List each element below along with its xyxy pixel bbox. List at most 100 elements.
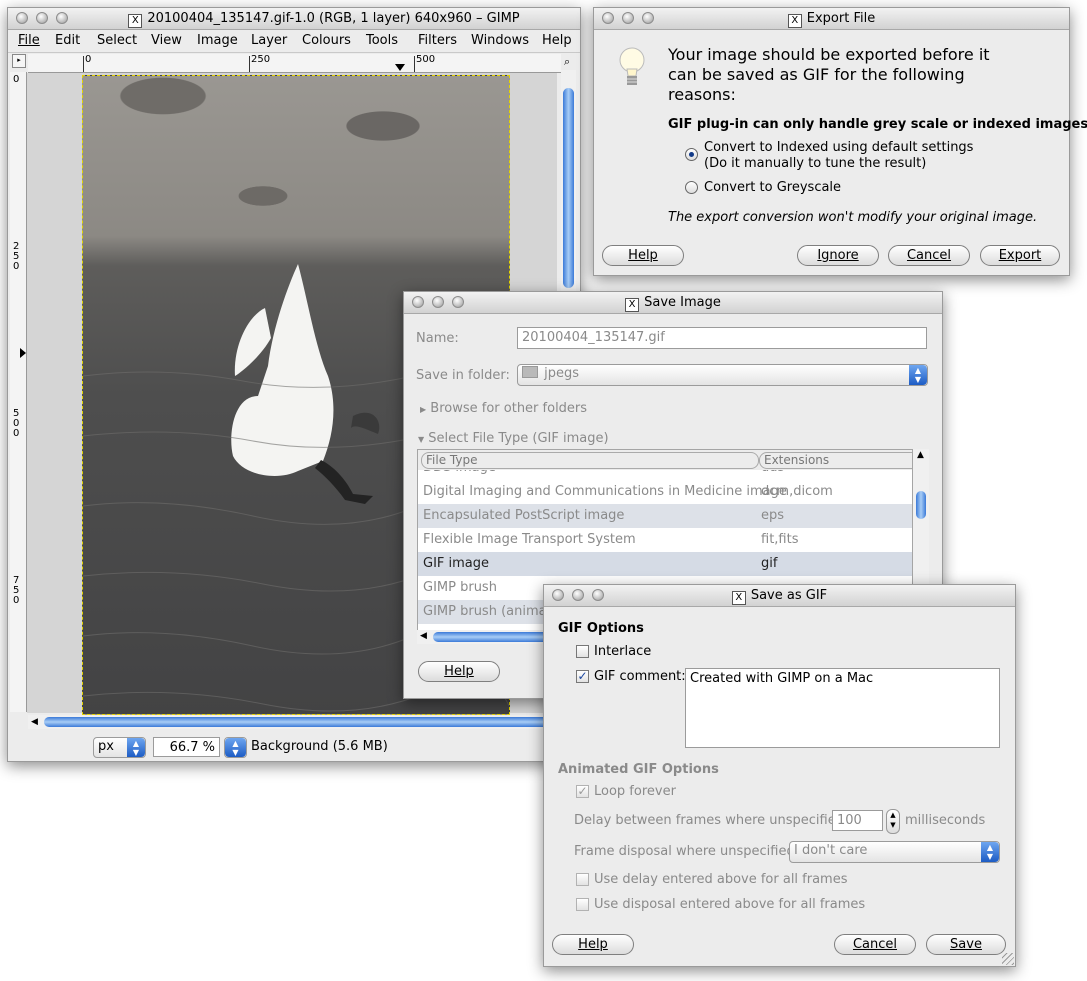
hscroll-thumb[interactable] [44,717,554,727]
export-help-button[interactable]: Help [602,245,684,266]
col-header-file-type[interactable]: File Type [421,452,759,469]
vscroll-thumb[interactable] [563,88,574,288]
x11-icon: X [128,14,143,28]
menu-edit[interactable]: Edit [55,33,80,48]
resize-grip-icon[interactable] [1002,953,1014,965]
scroll-left-icon[interactable]: ◀ [31,717,38,727]
export-titlebar[interactable]: X Export File [594,8,1069,30]
save-titlebar[interactable]: X Save Image [404,292,942,314]
use-delay-checkbox[interactable] [576,873,589,886]
folder-combo[interactable]: jpegs ▲ ▼ [517,364,928,386]
folder-icon [522,366,538,378]
updown-arrow-icon: ▲ ▼ [225,738,246,757]
table-row[interactable]: Digital Imaging and Communications in Me… [418,480,912,504]
export-file-dialog: X Export File Your image should be export… [593,7,1087,276]
select-type-expander[interactable]: ▼ Select File Type (GIF image) [418,431,609,446]
hruler-label-500: 500 [416,54,436,65]
menu-image[interactable]: Image [197,33,238,48]
delay-field[interactable]: 100 [832,810,883,831]
pointer-marker-icon [395,64,405,71]
folder-value: jpegs [544,366,580,381]
hruler-label-0: 0 [85,54,92,65]
vruler-label-750: 750 [13,575,20,606]
col-header-extensions[interactable]: Extensions [759,452,912,469]
gif-title: Save as GIF [750,588,828,603]
gif-cancel-button[interactable]: Cancel [834,934,916,955]
status-text: Background (5.6 MB) [251,739,388,754]
vruler-label-250: 250 [13,241,20,272]
delay-spin-button[interactable]: ▲ ▼ [886,809,900,834]
export-heading-line2: can be saved as GIF for the following [668,65,965,84]
gif-comment-checkbox[interactable]: ✓ [576,670,589,683]
label-convert-indexed[interactable]: Convert to Indexed using default setting… [704,140,973,155]
list-vscroll-thumb[interactable] [916,491,926,519]
export-cancel-button[interactable]: Cancel [888,245,970,266]
export-heading-line3: reasons: [668,85,736,104]
table-row-selected[interactable]: GIF image gif [418,552,912,576]
list-header: File Type Extensions [418,450,912,470]
minimize-icon[interactable] [36,12,48,24]
updown-arrow-icon: ▲ ▼ [981,842,999,862]
label-convert-greyscale[interactable]: Convert to Greyscale [704,180,841,195]
loop-forever-checkbox[interactable]: ✓ [576,785,589,798]
unit-combo[interactable]: px ▲ ▼ [93,737,146,758]
use-disposal-label[interactable]: Use disposal entered above for all frame… [594,897,865,912]
animated-options-heading: Animated GIF Options [558,762,719,777]
gif-comment-label[interactable]: GIF comment: [594,669,686,684]
table-row[interactable]: DDS imagedds [418,470,912,480]
radio-convert-indexed[interactable] [685,148,698,161]
save-as-gif-dialog: X Save as GIF GIF Options Interlace ✓ GIF… [543,584,1016,967]
gimp-titlebar[interactable]: X 20100404_135147.gif-1.0 (RGB, 1 layer) … [8,8,580,30]
menu-tools[interactable]: Tools [366,33,398,48]
zoom-combo-button[interactable]: ▲ ▼ [224,737,247,758]
export-button[interactable]: Export [980,245,1060,266]
export-reason: GIF plug-in can only handle grey scale o… [668,117,1087,132]
gif-comment-textarea[interactable]: Created with GIMP on a Mac [685,668,1000,748]
interlace-label[interactable]: Interlace [594,644,651,659]
table-row[interactable]: Flexible Image Transport System fit,fits [418,528,912,552]
menu-filters[interactable]: Filters [418,33,457,48]
close-icon[interactable] [16,12,28,24]
menu-view[interactable]: View [151,33,182,48]
vruler-label-500: 500 [13,408,20,439]
interlace-checkbox[interactable] [576,645,589,658]
table-row[interactable]: Encapsulated PostScript image eps [418,504,912,528]
scroll-up-icon[interactable]: ▲ [917,450,924,460]
save-help-button[interactable]: Help [418,661,500,682]
menu-layer[interactable]: Layer [251,33,287,48]
use-delay-label[interactable]: Use delay entered above for all frames [594,872,848,887]
gif-help-button[interactable]: Help [552,934,634,955]
name-field[interactable]: 20100404_135147.gif [517,327,927,349]
updown-arrow-icon: ▲ ▼ [127,738,145,757]
horizontal-ruler[interactable]: 0 250 500 [28,54,561,73]
gif-titlebar[interactable]: X Save as GIF [544,585,1015,607]
vertical-ruler[interactable]: 0 250 500 750 [10,72,27,712]
menu-file[interactable]: File [18,33,40,48]
menu-colours[interactable]: Colours [302,33,351,48]
updown-arrow-icon: ▲ ▼ [909,365,927,385]
export-note: The export conversion won't modify your … [668,210,1038,225]
navigate-icon[interactable]: ⌕ [564,55,570,69]
menu-windows[interactable]: Windows [471,33,529,48]
browse-expander[interactable]: ▶ Browse for other folders [420,401,587,416]
vruler-label-0: 0 [13,74,20,85]
label-convert-indexed-sub: (Do it manually to tune the result) [704,156,927,171]
use-disposal-checkbox[interactable] [576,898,589,911]
loop-forever-label[interactable]: Loop forever [594,784,676,799]
menu-help[interactable]: Help [542,33,572,48]
disposal-label: Frame disposal where unspecified: [574,844,800,859]
lightbulb-icon [619,47,645,85]
folder-label: Save in folder: [416,368,510,383]
zoom-icon[interactable] [56,12,68,24]
horizontal-scrollbar[interactable]: ◀ [28,715,561,729]
ignore-button[interactable]: Ignore [797,245,879,266]
scroll-left-icon[interactable]: ◀ [420,631,427,641]
hruler-label-250: 250 [251,54,271,65]
delay-label: Delay between frames where unspecified: [574,813,849,828]
radio-convert-greyscale[interactable] [685,181,698,194]
menu-select[interactable]: Select [97,33,137,48]
disposal-combo[interactable]: I don't care ▲ ▼ [789,841,1000,863]
gif-save-button[interactable]: Save [926,934,1006,955]
zoom-field[interactable]: 66.7 % [153,737,220,757]
ruler-corner[interactable]: ▸ [12,54,26,68]
